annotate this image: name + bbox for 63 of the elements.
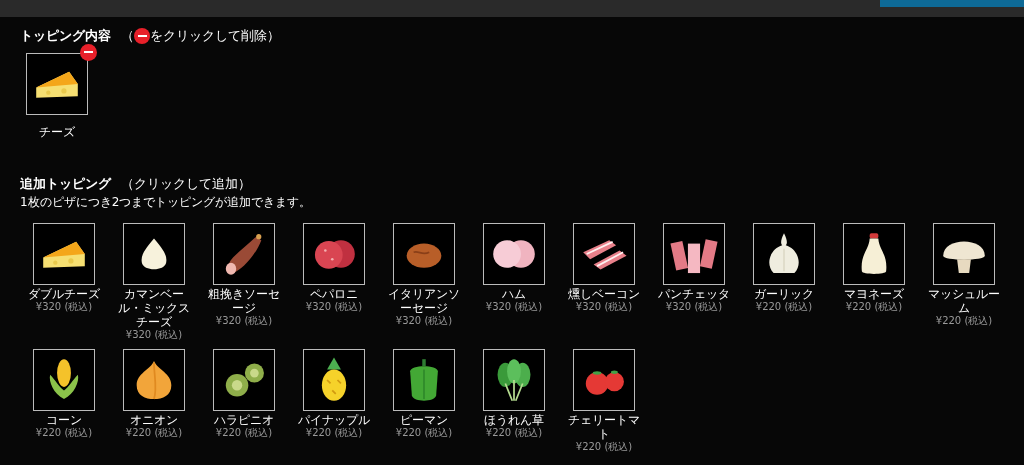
section-title: 追加トッピング （クリックして追加） xyxy=(20,174,252,193)
topping-price: ¥320 (税込) xyxy=(395,315,453,327)
topping-tile[interactable] xyxy=(843,223,905,285)
topping-tile[interactable] xyxy=(33,223,95,285)
topping-tile[interactable] xyxy=(33,349,95,411)
topping-name: カマンベール・ミックスチーズ xyxy=(117,287,191,329)
topping-name: イタリアンソーセージ xyxy=(387,287,461,315)
topping-name: チェリートマト xyxy=(567,413,641,441)
topping-name: ガーリック xyxy=(753,287,815,301)
topping-tile[interactable] xyxy=(123,349,185,411)
topping-name: ピーマン xyxy=(399,413,449,427)
topping-price: ¥220 (税込) xyxy=(935,315,993,327)
topping-name: ハラピニオ xyxy=(213,413,275,427)
topping-name: コーン xyxy=(45,413,83,427)
topping-tile[interactable] xyxy=(573,349,635,411)
topping-tile[interactable] xyxy=(483,349,545,411)
topping-name: ほうれん草 xyxy=(483,413,545,427)
topping-name: ハム xyxy=(501,287,527,301)
topping-price: ¥320 (税込) xyxy=(665,301,723,313)
topping-price: ¥320 (税込) xyxy=(215,315,273,327)
topping-price: ¥320 (税込) xyxy=(35,301,93,313)
limit-note: 1枚のピザにつき2つまでトッピングが追加できます。 xyxy=(20,194,313,211)
topping-price: ¥220 (税込) xyxy=(125,427,183,439)
topping-tile[interactable] xyxy=(303,223,365,285)
topping-price: ¥320 (税込) xyxy=(305,301,363,313)
topping-tile[interactable] xyxy=(663,223,725,285)
remove-icon[interactable] xyxy=(80,43,97,61)
topping-name: 粗挽きソーセージ xyxy=(207,287,281,315)
topping-tile[interactable] xyxy=(213,223,275,285)
topping-name: ダブルチーズ xyxy=(27,287,101,301)
topping-name: オニオン xyxy=(129,413,179,427)
section-hint: をクリックして削除） xyxy=(150,27,280,45)
topping-tile[interactable] xyxy=(26,52,88,115)
topping-tile[interactable] xyxy=(393,349,455,411)
topping-tile[interactable] xyxy=(753,223,815,285)
topping-name: マヨネーズ xyxy=(843,287,905,301)
section-hint: （ xyxy=(121,27,134,45)
topping-price: ¥220 (税込) xyxy=(35,427,93,439)
topping-tile[interactable] xyxy=(393,223,455,285)
topping-price: ¥220 (税込) xyxy=(575,441,633,453)
topping-price: ¥220 (税込) xyxy=(305,427,363,439)
topping-name: チーズ xyxy=(39,123,75,141)
topping-price: ¥220 (税込) xyxy=(395,427,453,439)
topping-tile[interactable] xyxy=(213,349,275,411)
topping-name: パンチェッタ xyxy=(657,287,731,301)
remove-icon xyxy=(134,27,150,44)
topping-price: ¥320 (税込) xyxy=(575,301,633,313)
topping-tile[interactable] xyxy=(573,223,635,285)
topping-price: ¥220 (税込) xyxy=(485,427,543,439)
topping-tile[interactable] xyxy=(303,349,365,411)
topping-tile[interactable] xyxy=(123,223,185,285)
topping-name: ペパロニ xyxy=(309,287,359,301)
section-title: トッピング内容 xyxy=(20,27,111,45)
topping-name: マッシュルーム xyxy=(927,287,1001,315)
topping-name: パイナップル xyxy=(297,413,371,427)
topping-price: ¥320 (税込) xyxy=(485,301,543,313)
topping-price: ¥220 (税込) xyxy=(215,427,273,439)
topping-tile[interactable] xyxy=(933,223,995,285)
topping-tile[interactable] xyxy=(483,223,545,285)
topping-price: ¥320 (税込) xyxy=(125,329,183,341)
topping-price: ¥220 (税込) xyxy=(755,301,813,313)
topping-name: 燻しベーコン xyxy=(567,287,641,301)
topping-price: ¥220 (税込) xyxy=(845,301,903,313)
